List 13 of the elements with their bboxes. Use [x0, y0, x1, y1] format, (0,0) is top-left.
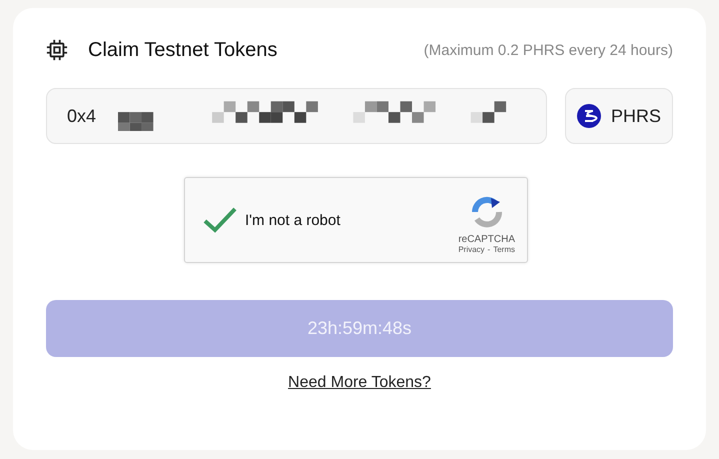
brand-label: reCAPTCHA	[458, 234, 515, 245]
more-tokens-link[interactable]: Need More Tokens?	[288, 374, 431, 392]
separator: -	[488, 245, 490, 254]
card-title: Claim Testnet Tokens	[88, 38, 278, 62]
address-field[interactable]: 0x4	[46, 88, 547, 144]
terms-link[interactable]: Terms	[493, 245, 515, 254]
privacy-link[interactable]: Privacy	[458, 245, 485, 254]
limit-note: (Maximum 0.2 PHRS every 24 hours)	[424, 42, 673, 58]
chip-icon	[46, 39, 68, 61]
coin-icon	[576, 104, 601, 128]
checkbox[interactable]	[203, 207, 237, 233]
token-button[interactable]: PHRS	[565, 88, 673, 144]
captcha-label: I'm not a robot	[245, 212, 342, 228]
